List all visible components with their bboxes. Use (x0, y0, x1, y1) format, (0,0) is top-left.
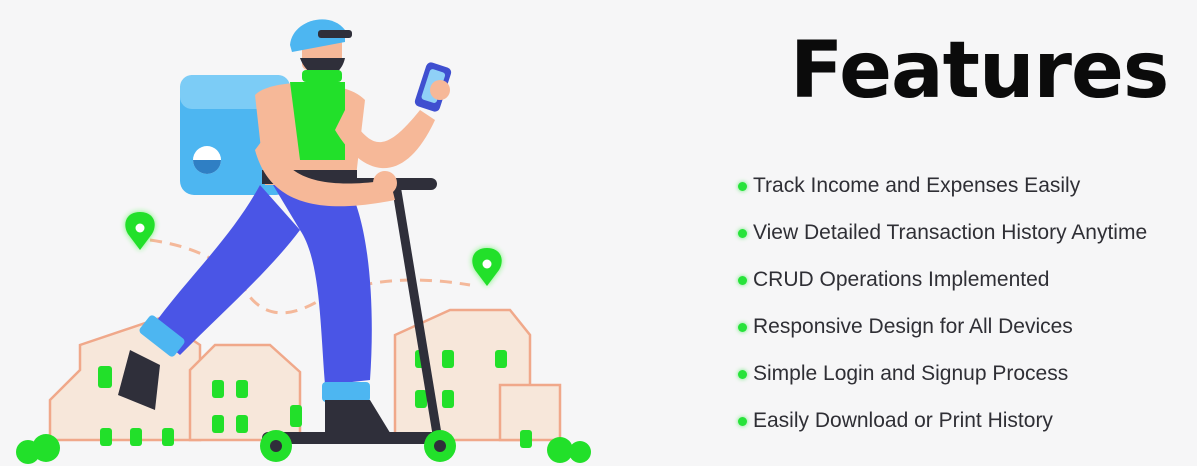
feature-list: Track Income and Expenses Easily View De… (738, 172, 1147, 454)
bullet-icon (738, 228, 747, 238)
bullet-icon (738, 369, 747, 379)
feature-label: Easily Download or Print History (753, 409, 1053, 432)
list-item: Responsive Design for All Devices (738, 313, 1147, 341)
bullet-icon (738, 275, 747, 285)
feature-label: CRUD Operations Implemented (753, 268, 1050, 291)
list-item: Simple Login and Signup Process (738, 360, 1147, 388)
location-pin-icon (472, 248, 502, 286)
feature-label: Responsive Design for All Devices (753, 315, 1073, 338)
list-item: CRUD Operations Implemented (738, 266, 1147, 294)
list-item: Track Income and Expenses Easily (738, 172, 1147, 200)
location-pin-icon (125, 212, 155, 250)
courier-scooter-illustration (16, 19, 591, 464)
list-item: Easily Download or Print History (738, 407, 1147, 435)
feature-label: Simple Login and Signup Process (753, 362, 1069, 385)
list-item: View Detailed Transaction History Anytim… (738, 219, 1147, 247)
bullet-icon (738, 181, 747, 191)
courier-head (290, 19, 352, 82)
feature-label: View Detailed Transaction History Anytim… (753, 221, 1148, 244)
bullet-icon (738, 416, 747, 426)
bullet-icon (738, 322, 747, 332)
feature-label: Track Income and Expenses Easily (753, 174, 1081, 197)
phone-icon (414, 62, 452, 112)
page-title: Features (790, 26, 1169, 116)
